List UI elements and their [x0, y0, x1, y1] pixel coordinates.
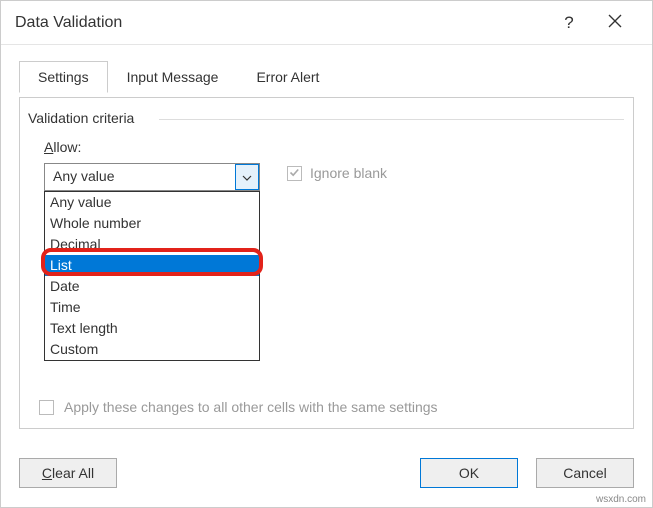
list-item[interactable]: Time: [45, 297, 259, 318]
ignore-blank-row: Ignore blank: [287, 165, 387, 181]
watermark: wsxdn.com: [596, 494, 646, 505]
list-item[interactable]: Any value: [45, 192, 259, 213]
data-validation-dialog: Data Validation ? Settings Input Message…: [0, 0, 653, 508]
tab-error-alert[interactable]: Error Alert: [237, 61, 338, 93]
list-item[interactable]: Whole number: [45, 213, 259, 234]
dialog-title: Data Validation: [15, 14, 546, 32]
clear-all-button[interactable]: Clear All: [19, 458, 117, 488]
cancel-button[interactable]: Cancel: [536, 458, 634, 488]
close-button[interactable]: [592, 1, 638, 45]
apply-changes-row: Apply these changes to all other cells w…: [39, 399, 438, 415]
tab-settings[interactable]: Settings: [19, 61, 108, 93]
help-button[interactable]: ?: [546, 1, 592, 45]
list-item[interactable]: Decimal: [45, 234, 259, 255]
allow-label: Allow:: [44, 139, 81, 155]
list-item[interactable]: List: [45, 255, 259, 276]
apply-changes-label: Apply these changes to all other cells w…: [64, 399, 438, 415]
tab-strip: Settings Input Message Error Alert: [1, 61, 652, 93]
list-item[interactable]: Date: [45, 276, 259, 297]
validation-criteria-label: Validation criteria: [24, 110, 138, 126]
fieldset-divider: [159, 119, 624, 120]
check-icon: [289, 165, 300, 181]
titlebar: Data Validation ?: [1, 1, 652, 45]
list-item[interactable]: Text length: [45, 318, 259, 339]
settings-panel: Validation criteria Allow: Any value Ign…: [19, 97, 634, 429]
allow-dropdown-value: Any value: [45, 164, 235, 190]
dialog-buttons: Clear All OK Cancel: [19, 457, 634, 489]
allow-listbox[interactable]: Any valueWhole numberDecimalListDateTime…: [44, 191, 260, 361]
help-icon: ?: [564, 13, 573, 33]
ok-button[interactable]: OK: [420, 458, 518, 488]
allow-dropdown-button[interactable]: [235, 164, 259, 190]
ignore-blank-checkbox[interactable]: [287, 166, 302, 181]
apply-changes-checkbox[interactable]: [39, 400, 54, 415]
close-icon: [608, 13, 622, 33]
chevron-down-icon: [242, 168, 252, 186]
ignore-blank-label: Ignore blank: [310, 165, 387, 181]
allow-dropdown[interactable]: Any value: [44, 163, 260, 191]
list-item[interactable]: Custom: [45, 339, 259, 360]
tab-input-message[interactable]: Input Message: [108, 61, 238, 93]
